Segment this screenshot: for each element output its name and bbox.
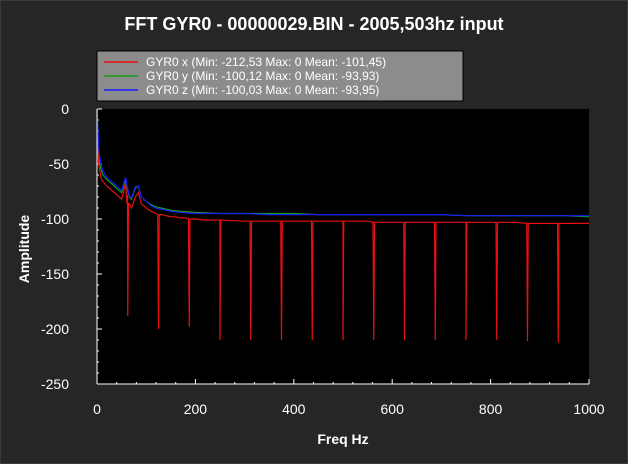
legend-entry: GYR0 y (Min: -100,12 Max: 0 Mean: -93,93… <box>146 69 379 83</box>
legend-entry: GYR0 z (Min: -100,03 Max: 0 Mean: -93,95… <box>146 83 379 97</box>
x-axis-label: Freq Hz <box>317 431 368 447</box>
y-tick-label: -50 <box>49 156 69 172</box>
x-tick-label: 200 <box>184 401 208 417</box>
y-tick-label: 0 <box>61 101 69 117</box>
x-tick-label: 600 <box>381 401 405 417</box>
y-axis-label: Amplitude <box>16 215 32 284</box>
x-tick-label: 800 <box>479 401 503 417</box>
x-tick-label: 400 <box>282 401 306 417</box>
x-tick-label: 1000 <box>573 401 604 417</box>
x-tick-label: 0 <box>93 401 101 417</box>
y-tick-label: -150 <box>41 266 69 282</box>
legend: GYR0 x (Min: -212,53 Max: 0 Mean: -101,4… <box>96 50 464 102</box>
chart-window: FFT GYR0 - 00000029.BIN - 2005,503hz inp… <box>0 0 628 464</box>
legend-entry: GYR0 x (Min: -212,53 Max: 0 Mean: -101,4… <box>146 55 386 69</box>
chart-title: FFT GYR0 - 00000029.BIN - 2005,503hz inp… <box>124 14 503 34</box>
y-tick-label: -250 <box>41 376 69 392</box>
chart-svg: FFT GYR0 - 00000029.BIN - 2005,503hz inp… <box>16 14 605 447</box>
y-tick-label: -100 <box>41 211 69 227</box>
y-tick-label: -200 <box>41 321 69 337</box>
